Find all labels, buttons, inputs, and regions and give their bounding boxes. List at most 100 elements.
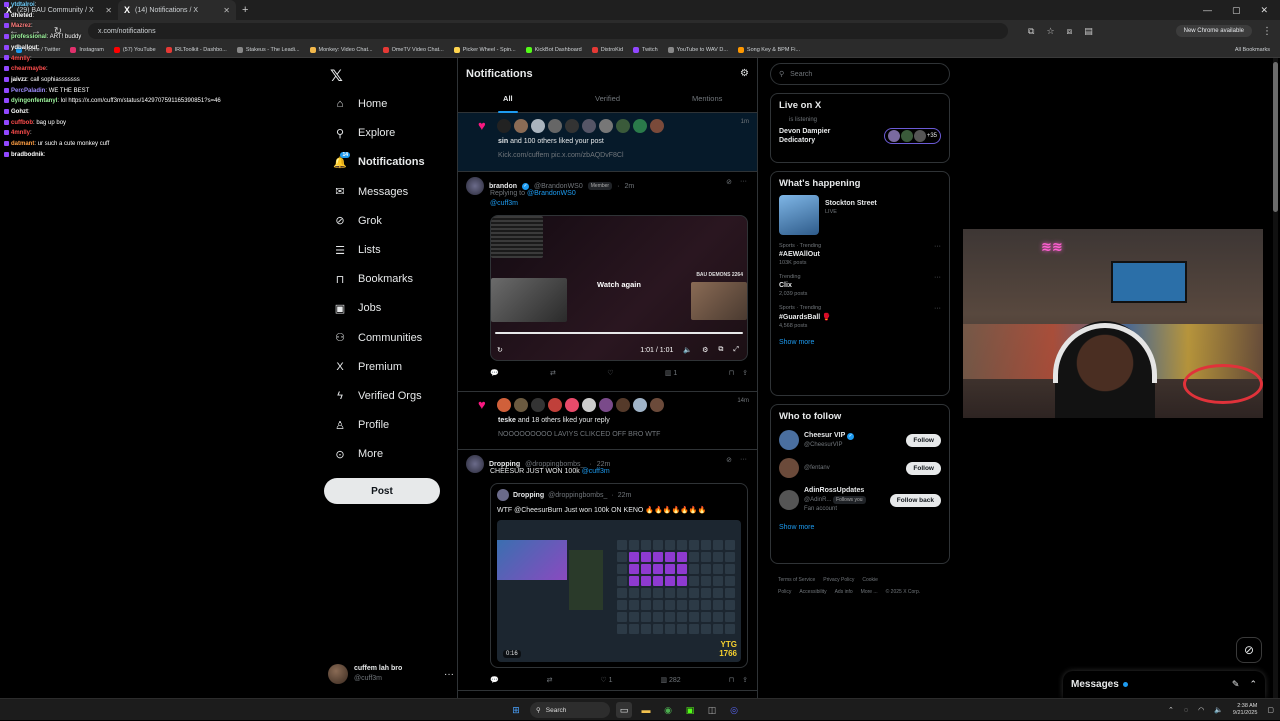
avatar[interactable] (466, 177, 484, 195)
sidebar-item-verified-orgs[interactable]: ϟ Verified Orgs (328, 384, 428, 408)
chat-username[interactable]: professional (11, 34, 47, 40)
fullscreen-icon[interactable]: ⤢ (733, 346, 739, 354)
live-event[interactable]: Stockton Street LIVE (779, 195, 941, 235)
bookmark-item[interactable]: OmeTV Video Chat... (382, 46, 444, 53)
chat-username[interactable]: ytdtalroi (11, 2, 35, 8)
sidebar-item-premium[interactable]: X Premium (328, 355, 408, 379)
sidebar-item-profile[interactable]: ♙ Profile (328, 413, 395, 437)
chat-username[interactable]: Mazrez (11, 23, 31, 29)
more-dots-icon[interactable]: ··· (934, 305, 941, 312)
extension-icon[interactable]: ⧈ (1067, 26, 1073, 37)
volume-icon[interactable]: 🔈 (1214, 706, 1223, 714)
follow-button[interactable]: Follow (906, 433, 941, 447)
share-icon[interactable]: ⇪ (742, 676, 748, 684)
chat-username[interactable]: chearmaybe (11, 66, 46, 72)
file-explorer-icon[interactable]: ▬ (638, 702, 654, 718)
like-notification[interactable]: ♥ 1m sin and 100 others liked your post … (458, 113, 757, 172)
footer-link[interactable]: Privacy Policy (823, 577, 854, 583)
app-icon[interactable]: ◫ (704, 702, 720, 718)
trend-item[interactable]: Trending Clix 2,039 posts ··· (779, 274, 941, 297)
tweet[interactable]: Dropping @droppingbombs_ · 22m ⊘ ··· CHEE… (458, 450, 757, 691)
chat-username[interactable]: PercPaladin (11, 88, 45, 94)
browser-menu-icon[interactable]: ⋮ (1262, 26, 1272, 37)
sidebar-item-messages[interactable]: ✉ Messages (328, 180, 414, 204)
quoted-video[interactable]: 0:16 YTG 1766 (497, 520, 741, 662)
messages-drawer[interactable]: Messages ✎ ⌃ (1063, 671, 1265, 698)
post-button[interactable]: Post (324, 478, 440, 504)
bookmark-item[interactable]: KickBot Dashboard (525, 46, 582, 53)
follow-suggestion[interactable]: Cheesur VIP ✓ @CheesurVIP Follow (779, 430, 941, 450)
like-icon[interactable]: ♡ (607, 369, 613, 377)
scrollbar[interactable] (1273, 58, 1278, 698)
follow-button[interactable]: Follow back (889, 493, 941, 507)
minimize-icon[interactable]: — (1203, 5, 1212, 16)
more-dots-icon[interactable]: ··· (934, 243, 941, 250)
chat-username[interactable]: datmant (11, 141, 34, 147)
wifi-icon[interactable]: ◠ (1198, 706, 1204, 714)
windows-start-icon[interactable]: ⊞ (508, 702, 524, 718)
account-switcher[interactable]: cuffem lah bro @cuff3m ··· (328, 660, 454, 688)
bookmark-icon[interactable]: ⊓ (729, 369, 734, 377)
update-chrome-button[interactable]: New Chrome available (1175, 25, 1252, 37)
tweet-time[interactable]: 2m (624, 183, 634, 190)
chat-username[interactable]: dyingonfentanyl (11, 98, 57, 104)
bookmark-item[interactable]: DistroKid (591, 46, 623, 53)
sidebar-item-more[interactable]: ⊙ More (328, 442, 389, 466)
live-space[interactable]: Devon Dampier Dedicatory +35 (779, 127, 941, 145)
pip-icon[interactable]: ⧉ (718, 346, 723, 354)
more-dots-icon[interactable]: ··· (444, 669, 454, 680)
share-icon[interactable]: ⇪ (742, 369, 748, 377)
tab-verified[interactable]: Verified (558, 94, 658, 113)
trend-item[interactable]: Sports · Trending #GuardsBall 🥊 4,568 post… (779, 305, 941, 329)
chat-username[interactable]: 4mnlly (11, 130, 30, 136)
mention-link[interactable]: @cuff3m (490, 199, 749, 209)
show-more-link[interactable]: Show more (779, 524, 941, 531)
more-dots-icon[interactable]: ··· (740, 456, 747, 464)
sidebar-item-explore[interactable]: ⚲ Explore (328, 121, 401, 145)
maximize-icon[interactable]: ▢ (1232, 5, 1241, 16)
sidebar-item-bookmarks[interactable]: ⊓ Bookmarks (328, 267, 419, 291)
chat-username[interactable]: jaivzz (11, 77, 27, 83)
tab-mentions[interactable]: Mentions (657, 94, 757, 113)
sidebar-item-grok[interactable]: ⊘ Grok (328, 209, 388, 233)
views-icon[interactable]: ▥ 282 (660, 676, 680, 684)
grok-icon[interactable]: ⊘ (726, 178, 732, 186)
retweet-icon[interactable]: ⇄ (547, 676, 553, 684)
close-window-icon[interactable]: ✕ (1260, 5, 1268, 16)
x-logo-icon[interactable]: 𝕏 (330, 66, 343, 86)
footer-link[interactable]: More ... (861, 589, 878, 595)
views-icon[interactable]: ▥ 1 (665, 369, 677, 377)
gear-icon[interactable]: ⚙ (740, 68, 749, 79)
sidebar-icon[interactable]: ▤ (1084, 26, 1093, 37)
mention-link[interactable]: @cuff3m (582, 468, 610, 475)
reply-to-link[interactable]: @BrandonWS0 (527, 190, 576, 197)
chat-username[interactable]: cuffbob (11, 120, 33, 126)
volume-icon[interactable]: 🔈 (683, 346, 692, 354)
expand-icon[interactable]: ⌃ (1249, 679, 1257, 690)
grok-icon[interactable]: ⊘ (1236, 637, 1262, 663)
footer-link[interactable]: Ads info (835, 589, 853, 595)
footer-link[interactable]: © 2025 X Corp. (886, 589, 921, 595)
bookmark-item[interactable]: YouTube to WAV D... (667, 46, 728, 53)
taskbar-search[interactable]: ⚲ Search (530, 702, 610, 718)
task-view-icon[interactable]: ▭ (616, 702, 632, 718)
sidebar-item-communities[interactable]: ⚇ Communities (328, 326, 428, 350)
bookmark-item[interactable]: Picker Wheel - Spin... (453, 46, 516, 53)
more-dots-icon[interactable]: ··· (740, 178, 747, 186)
listener-count[interactable]: +35 (883, 128, 941, 144)
avatar[interactable] (779, 490, 799, 510)
trend-item[interactable]: Sports · Trending #AEWAllOut 103K posts ··· (779, 243, 941, 266)
notification-icon[interactable]: ▢ (1267, 706, 1274, 714)
replay-icon[interactable]: ↻ (497, 346, 503, 354)
footer-link[interactable]: Accessibility (799, 589, 826, 595)
bookmark-icon[interactable]: ⊓ (729, 676, 734, 684)
follow-suggestion[interactable]: @fentanv Follow (779, 458, 941, 478)
watch-again-button[interactable]: Watch again (597, 280, 641, 289)
video-progress-bar[interactable] (495, 332, 743, 334)
reply-icon[interactable]: 💬 (490, 676, 499, 684)
avatar[interactable] (779, 458, 799, 478)
bookmark-item[interactable]: Twitch (633, 46, 658, 53)
tray-chevron-icon[interactable]: ⌃ (1168, 706, 1174, 714)
chat-username[interactable]: 4mnlly (11, 56, 30, 62)
app-icon[interactable]: ▣ (682, 702, 698, 718)
